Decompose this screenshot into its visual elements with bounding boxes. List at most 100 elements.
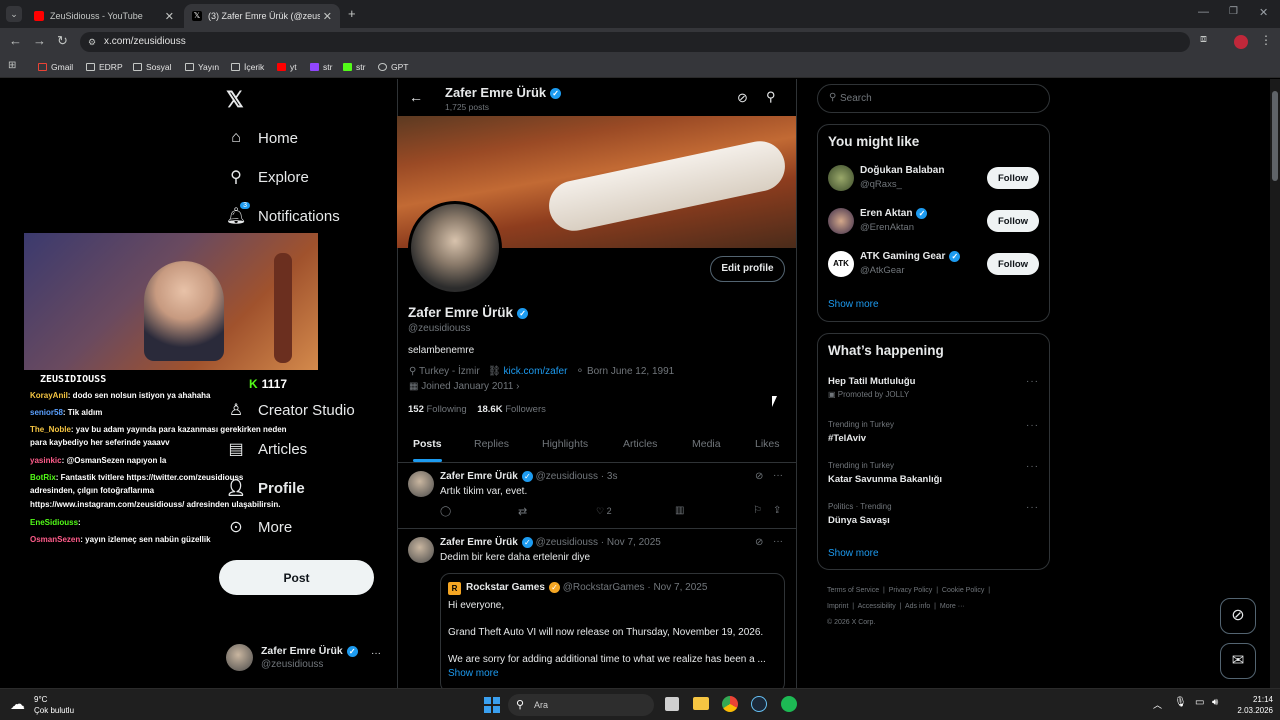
profile-joined-row[interactable]: ▦ Joined January 2011 › — [409, 381, 519, 392]
new-tab-button[interactable]: + — [348, 6, 356, 21]
scrollbar-thumb[interactable] — [1272, 91, 1278, 181]
volume-icon[interactable]: 🔊︎ — [1212, 697, 1218, 708]
follow-button[interactable]: Follow — [987, 253, 1039, 275]
tab-highlights[interactable]: Highlights — [542, 438, 588, 450]
tab-articles[interactable]: Articles — [623, 438, 657, 450]
reload-icon[interactable]: ↻ — [57, 33, 68, 49]
trend-item[interactable]: Hep Tatil Mutluluğu ▣ Promoted by JOLLY … — [828, 376, 1040, 406]
nav-explore[interactable]: ⚲ Explore — [226, 167, 309, 187]
follow-button[interactable]: Follow — [987, 167, 1039, 189]
bookmark-icerik[interactable]: İçerik — [231, 62, 264, 72]
tab-likes[interactable]: Likes — [755, 438, 780, 450]
suggested-user[interactable]: Eren Aktan ✓ @ErenAktan Follow — [828, 207, 1040, 237]
bookmark-icon[interactable]: ⚐ — [753, 505, 762, 516]
more-dots-icon[interactable]: ··· — [1026, 376, 1039, 387]
steam-icon[interactable] — [751, 696, 767, 712]
like-button[interactable]: ♡ 2 — [596, 506, 612, 517]
grok-icon[interactable]: ⊘ — [755, 537, 763, 548]
bookmark-str-kick[interactable]: str — [343, 62, 365, 72]
show-more-link[interactable]: Show more — [448, 668, 499, 679]
trend-item[interactable]: Politics · Trending Dünya Savaşı ··· — [828, 502, 1040, 532]
trend-item[interactable]: Trending in Turkey #TelAviv ··· — [828, 420, 1040, 450]
more-dots-icon[interactable]: ··· — [1026, 502, 1039, 513]
footer-link[interactable]: Ads info — [905, 603, 930, 610]
restore-button[interactable]: ❐ — [1229, 6, 1238, 17]
tab-list-icon[interactable]: ⌄ — [6, 6, 22, 22]
trend-item[interactable]: Trending in Turkey Katar Savunma Bakanlı… — [828, 461, 1040, 491]
microphone-icon[interactable]: 🎙︎ — [1174, 697, 1187, 708]
share-icon[interactable]: ⇪ — [773, 505, 781, 516]
footer-link[interactable]: Terms of Service — [827, 587, 879, 594]
quoted-post[interactable]: R Rockstar Games ✓ @RockstarGames · Nov 7… — [440, 573, 785, 688]
suggested-user[interactable]: ATK ATK Gaming Gear ✓ @AtkGear Follow — [828, 250, 1040, 280]
close-tab-icon[interactable]: ✕ — [165, 10, 174, 23]
suggested-user[interactable]: Doğukan Balaban @qRaxs_ Follow — [828, 164, 1040, 194]
spotify-icon[interactable] — [781, 696, 797, 712]
followers-link[interactable]: 18.6K Followers — [477, 404, 546, 415]
menu-icon[interactable]: ⋮ — [1260, 33, 1272, 47]
bookmark-gpt[interactable]: GPT — [378, 62, 408, 72]
tab-x-profile[interactable]: 𝕏 (3) Zafer Emre Ürük (@zeusidiouss) ✕ — [184, 4, 340, 28]
footer-link[interactable]: Imprint — [827, 603, 848, 610]
show-more-link[interactable]: Show more — [828, 548, 879, 559]
profile-search-icon[interactable]: ⚲ — [766, 89, 776, 105]
grok-icon[interactable]: ⊘ — [737, 90, 748, 106]
nav-home[interactable]: ⌂ Home — [226, 128, 298, 148]
bookmark-gmail[interactable]: Gmail — [38, 62, 73, 72]
more-dots-icon[interactable]: ··· — [773, 536, 783, 547]
file-explorer-icon[interactable] — [693, 697, 709, 710]
account-switcher[interactable]: Zafer Emre Ürük ✓ @zeusidiouss ··· — [226, 642, 386, 674]
tab-replies[interactable]: Replies — [474, 438, 509, 450]
post[interactable]: Zafer Emre Ürük ✓ @zeusidiouss · Nov 7, 2… — [397, 529, 796, 688]
grok-icon[interactable]: ⊘ — [755, 471, 763, 482]
more-dots-icon[interactable]: ··· — [1026, 461, 1039, 472]
post[interactable]: Zafer Emre Ürük ✓ @zeusidiouss · 3s ⊘ ···… — [397, 463, 796, 529]
footer-link[interactable]: Accessibility — [858, 603, 896, 610]
close-window-button[interactable]: ✕ — [1259, 6, 1268, 19]
start-button[interactable] — [484, 697, 500, 713]
tab-youtube[interactable]: ZeuSidiouss - YouTube ✕ — [26, 4, 182, 28]
more-dots-icon[interactable]: ··· — [371, 648, 381, 659]
forward-icon[interactable]: → — [33, 33, 46, 48]
following-link[interactable]: 152 Following — [408, 404, 467, 415]
profile-avatar[interactable] — [408, 201, 502, 295]
page-scrollbar[interactable] — [1270, 79, 1280, 688]
messages-floating-button[interactable]: ✉ — [1220, 643, 1256, 679]
profile-link[interactable]: kick.com/zafer — [504, 366, 568, 377]
grok-floating-button[interactable]: ⊘ — [1220, 598, 1256, 634]
bookmark-yayin[interactable]: Yayın — [185, 62, 219, 72]
site-info-icon[interactable]: ⚙ — [88, 37, 96, 48]
back-icon[interactable]: ← — [9, 33, 22, 48]
nav-notifications[interactable]: 🔔︎ 3 Notifications — [226, 202, 340, 226]
bookmark-yt[interactable]: yt — [277, 62, 297, 72]
tray-overflow-icon[interactable]: ︿ — [1153, 698, 1162, 711]
x-logo-icon[interactable]: 𝕏 — [226, 87, 244, 113]
profile-avatar-icon[interactable] — [1234, 35, 1248, 49]
task-view-icon[interactable] — [665, 697, 679, 711]
back-arrow-icon[interactable]: ← — [409, 89, 423, 105]
footer-link[interactable]: More ··· — [940, 603, 965, 610]
bookmark-sosyal[interactable]: Sosyal — [133, 62, 172, 72]
more-dots-icon[interactable]: ··· — [773, 470, 783, 481]
tab-media[interactable]: Media — [692, 438, 721, 450]
bookmark-str-twitch[interactable]: str — [310, 62, 332, 72]
retweet-icon[interactable]: ⇄ — [518, 505, 527, 518]
extensions-icon[interactable]: ⧈ — [1200, 33, 1207, 46]
apps-icon[interactable]: ⊞ — [8, 60, 16, 71]
follow-button[interactable]: Follow — [987, 210, 1039, 232]
footer-link[interactable]: Cookie Policy — [942, 587, 984, 594]
reply-icon[interactable]: ◯ — [440, 506, 451, 517]
address-bar[interactable]: ⚙ x.com/zeusidiouss — [80, 32, 1190, 52]
chrome-icon[interactable] — [722, 696, 738, 712]
show-more-link[interactable]: Show more — [828, 299, 879, 310]
taskbar-search[interactable]: ⚲ Ara — [508, 694, 654, 716]
tab-posts[interactable]: Posts — [413, 438, 442, 450]
footer-link[interactable]: Privacy Policy — [889, 587, 933, 594]
clock[interactable]: 21:14 2.03.2026 — [1233, 694, 1273, 716]
minimize-button[interactable]: — — [1198, 6, 1209, 18]
network-icon[interactable]: ▭ — [1195, 697, 1204, 708]
edit-profile-button[interactable]: Edit profile — [710, 256, 785, 282]
post-button[interactable]: Post — [219, 560, 374, 595]
more-dots-icon[interactable]: ··· — [1026, 420, 1039, 431]
bookmark-edrp[interactable]: EDRP — [86, 62, 123, 72]
